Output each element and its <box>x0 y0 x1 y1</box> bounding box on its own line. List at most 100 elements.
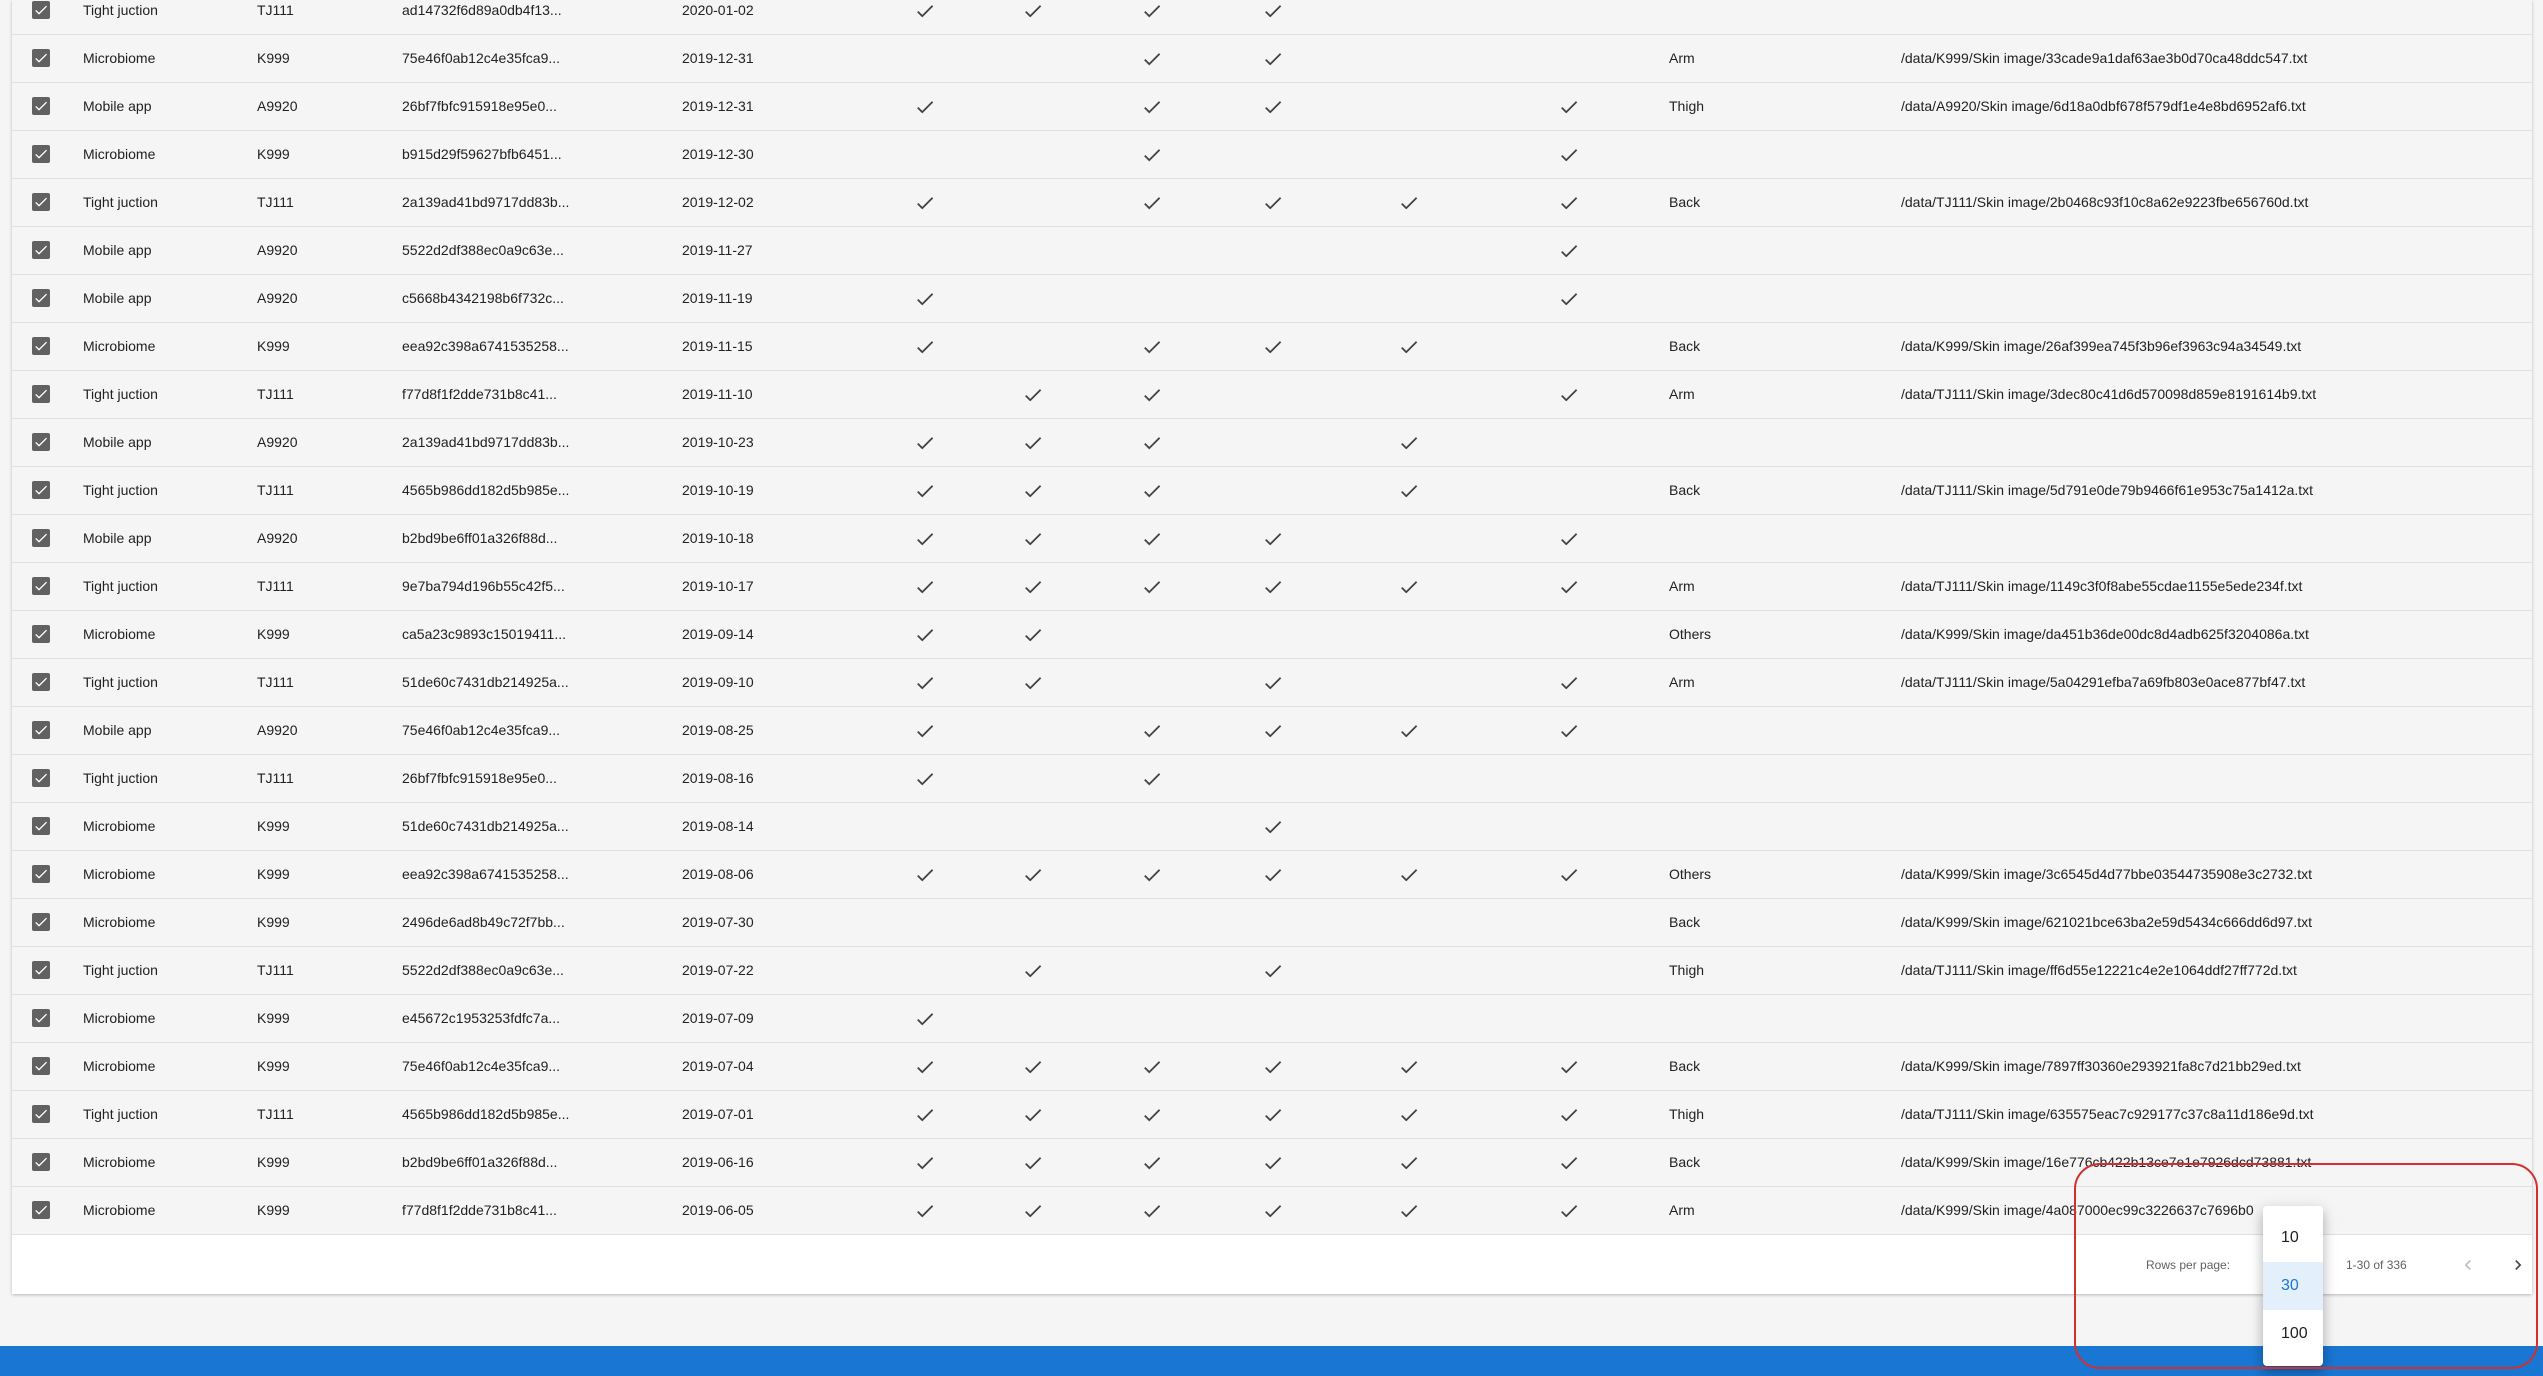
table-row[interactable]: Tight juction TJ111 51de60c7431db214925a..… <box>12 659 2532 707</box>
next-page-button[interactable] <box>2506 1253 2530 1277</box>
date-cell: 2019-12-31 <box>682 98 754 114</box>
date-cell: 2019-11-19 <box>682 290 753 306</box>
table-row[interactable]: Microbiome K999 75e46f0ab12c4e35fca9... 201… <box>12 1043 2532 1091</box>
row-checkbox[interactable] <box>32 337 50 355</box>
body-part-cell: Back <box>1669 194 1701 210</box>
date-cell: 2019-12-02 <box>682 194 754 210</box>
row-checkbox[interactable] <box>32 481 50 499</box>
check-icon <box>914 624 936 646</box>
date-cell: 2019-08-14 <box>682 818 754 834</box>
category-cell: Mobile app <box>83 722 152 738</box>
checkbox-check-icon <box>35 389 47 399</box>
category-cell: Mobile app <box>83 98 152 114</box>
rows-option-100[interactable]: 100 <box>2263 1310 2323 1358</box>
date-cell: 2019-11-27 <box>682 242 753 258</box>
rows-option-10[interactable]: 10 <box>2263 1214 2323 1262</box>
table-row[interactable]: Mobile app A9920 26bf7fbfc915918e95e0... 20… <box>12 83 2532 131</box>
table-row[interactable]: Tight juction TJ111 5522d2df388ec0a9c63e..… <box>12 947 2532 995</box>
table-row[interactable]: Microbiome K999 75e46f0ab12c4e35fca9... 201… <box>12 35 2532 83</box>
check-icon <box>914 192 936 214</box>
check-icon <box>1262 528 1284 550</box>
table-row[interactable]: Microbiome K999 ca5a23c9893c15019411... 201… <box>12 611 2532 659</box>
code-cell: TJ111 <box>257 386 294 402</box>
hash-cell: b2bd9be6ff01a326f88d... <box>402 530 558 546</box>
rows-option-30[interactable]: 30 <box>2263 1262 2323 1310</box>
table-row[interactable]: Mobile app A9920 2a139ad41bd9717dd83b... 20… <box>12 419 2532 467</box>
row-checkbox[interactable] <box>32 769 50 787</box>
hash-cell: 4565b986dd182d5b985e... <box>402 1106 570 1122</box>
table-row[interactable]: Microbiome K999 eea92c398a6741535258... 201… <box>12 323 2532 371</box>
hash-cell: ad14732f6d89a0db4f13... <box>402 2 562 18</box>
check-icon <box>1262 720 1284 742</box>
row-checkbox[interactable] <box>32 1 50 19</box>
table-row[interactable]: Mobile app A9920 c5668b4342198b6f732c... 20… <box>12 275 2532 323</box>
check-icon <box>1558 288 1580 310</box>
date-cell: 2019-08-06 <box>682 866 754 882</box>
row-checkbox[interactable] <box>32 529 50 547</box>
check-icon <box>914 432 936 454</box>
check-icon <box>1398 864 1420 886</box>
checkbox-check-icon <box>35 485 47 495</box>
row-checkbox[interactable] <box>32 673 50 691</box>
row-checkbox[interactable] <box>32 241 50 259</box>
row-checkbox[interactable] <box>32 1201 50 1219</box>
previous-page-button[interactable] <box>2456 1253 2480 1277</box>
row-checkbox[interactable] <box>32 145 50 163</box>
row-checkbox[interactable] <box>32 385 50 403</box>
table-row[interactable]: Microbiome K999 b915d29f59627bfb6451... 201… <box>12 131 2532 179</box>
table-row[interactable]: Tight juction TJ111 4565b986dd182d5b985e..… <box>12 1091 2532 1139</box>
row-checkbox[interactable] <box>32 961 50 979</box>
table-row[interactable]: Mobile app A9920 5522d2df388ec0a9c63e... 20… <box>12 227 2532 275</box>
row-checkbox[interactable] <box>32 1057 50 1075</box>
table-row[interactable]: Tight juction TJ111 4565b986dd182d5b985e..… <box>12 467 2532 515</box>
date-cell: 2019-06-05 <box>682 1202 754 1218</box>
check-icon <box>1262 1152 1284 1174</box>
table-row[interactable]: Microbiome K999 2496de6ad8b49c72f7bb... 201… <box>12 899 2532 947</box>
body-part-cell: Arm <box>1669 1202 1695 1218</box>
row-checkbox[interactable] <box>32 193 50 211</box>
row-checkbox[interactable] <box>32 721 50 739</box>
date-cell: 2019-10-18 <box>682 530 754 546</box>
table-row[interactable]: Microbiome K999 f77d8f1f2dde731b8c41... 201… <box>12 1187 2532 1235</box>
hash-cell: f77d8f1f2dde731b8c41... <box>402 1202 557 1218</box>
check-icon <box>1141 1152 1163 1174</box>
hash-cell: 2a139ad41bd9717dd83b... <box>402 194 570 210</box>
hash-cell: eea92c398a6741535258... <box>402 866 569 882</box>
hash-cell: 51de60c7431db214925a... <box>402 818 569 834</box>
row-checkbox[interactable] <box>32 625 50 643</box>
check-icon <box>1558 384 1580 406</box>
check-icon <box>1141 336 1163 358</box>
row-checkbox[interactable] <box>32 1105 50 1123</box>
row-checkbox[interactable] <box>32 817 50 835</box>
row-checkbox[interactable] <box>32 49 50 67</box>
row-checkbox[interactable] <box>32 1153 50 1171</box>
check-icon <box>1141 720 1163 742</box>
table-row[interactable]: Tight juction TJ111 26bf7fbfc915918e95e0..… <box>12 755 2532 803</box>
category-cell: Tight juction <box>83 2 158 18</box>
table-row[interactable]: Tight juction TJ111 2a139ad41bd9717dd83b..… <box>12 179 2532 227</box>
category-cell: Microbiome <box>83 818 156 834</box>
code-cell: TJ111 <box>257 482 294 498</box>
row-checkbox[interactable] <box>32 97 50 115</box>
row-checkbox[interactable] <box>32 289 50 307</box>
table-row[interactable]: Microbiome K999 eea92c398a6741535258... 201… <box>12 851 2532 899</box>
check-icon <box>1141 192 1163 214</box>
table-row[interactable]: Tight juction TJ111 ad14732f6d89a0db4f13..… <box>12 0 2532 35</box>
row-checkbox[interactable] <box>32 433 50 451</box>
table-row[interactable]: Mobile app A9920 75e46f0ab12c4e35fca9... 20… <box>12 707 2532 755</box>
file-path-cell: /data/TJ111/Skin image/ff6d55e12221c4e2e… <box>1901 962 2297 978</box>
table-row[interactable]: Microbiome K999 e45672c1953253fdfc7a... 201… <box>12 995 2532 1043</box>
hash-cell: f77d8f1f2dde731b8c41... <box>402 386 557 402</box>
table-row[interactable]: Mobile app A9920 b2bd9be6ff01a326f88d... 20… <box>12 515 2532 563</box>
table-row[interactable]: Microbiome K999 b2bd9be6ff01a326f88d... 201… <box>12 1139 2532 1187</box>
row-checkbox[interactable] <box>32 577 50 595</box>
row-checkbox[interactable] <box>32 1009 50 1027</box>
hash-cell: 2496de6ad8b49c72f7bb... <box>402 914 565 930</box>
table-row[interactable]: Tight juction TJ111 9e7ba794d196b55c42f5..… <box>12 563 2532 611</box>
checkbox-check-icon <box>35 629 47 639</box>
table-row[interactable]: Microbiome K999 51de60c7431db214925a... 201… <box>12 803 2532 851</box>
table-row[interactable]: Tight juction TJ111 f77d8f1f2dde731b8c41..… <box>12 371 2532 419</box>
row-checkbox[interactable] <box>32 913 50 931</box>
check-icon <box>1398 1200 1420 1222</box>
row-checkbox[interactable] <box>32 865 50 883</box>
